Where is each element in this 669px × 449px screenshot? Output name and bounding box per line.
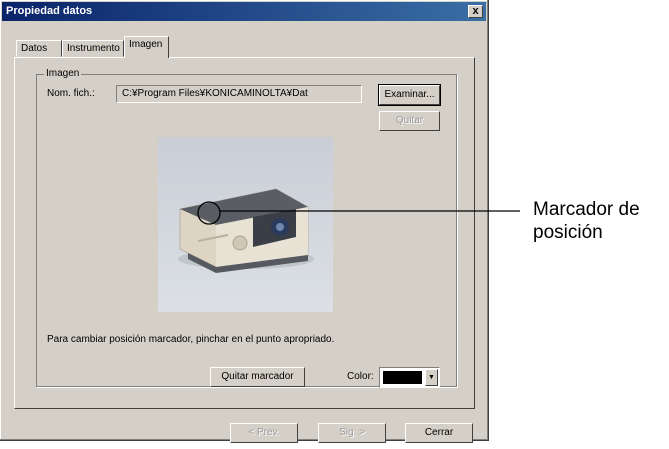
callout-label-1: Marcador de xyxy=(533,199,640,220)
callout-label-2: posición xyxy=(533,222,603,243)
tab-imagen[interactable]: Imagen xyxy=(124,36,169,58)
position-marker[interactable] xyxy=(197,201,221,225)
